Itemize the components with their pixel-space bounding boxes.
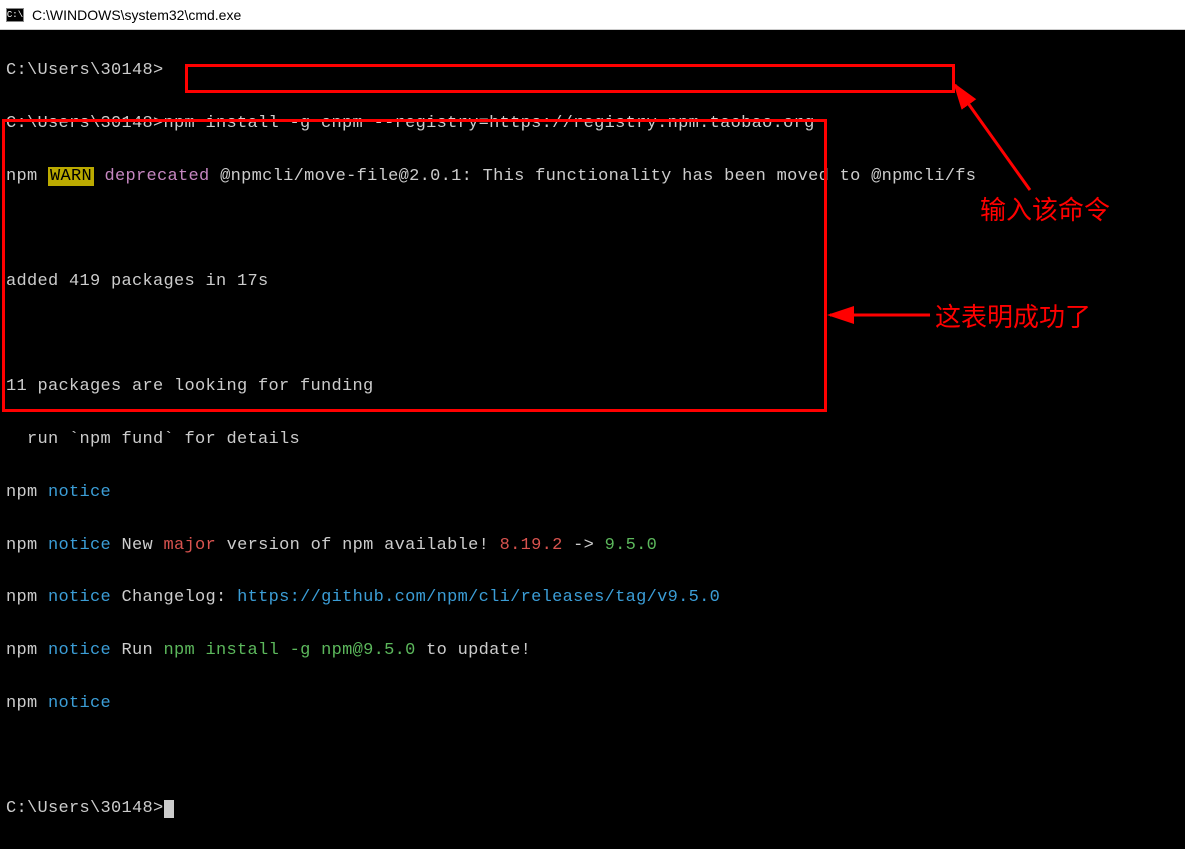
added-line: added 419 packages in 17s	[0, 269, 1185, 295]
blank-line-2	[0, 322, 1185, 348]
funding-line-2: run `npm fund` for details	[0, 427, 1185, 453]
blank-line-3	[0, 743, 1185, 769]
prompt-line-1: C:\Users\30148>	[0, 58, 1185, 84]
cmd-icon: C:\	[6, 8, 24, 22]
notice-line-1: npm notice	[0, 480, 1185, 506]
blank-line-1	[0, 216, 1185, 242]
notice-line-5: npm notice	[0, 691, 1185, 717]
notice-line-4: npm notice Run npm install -g npm@9.5.0 …	[0, 638, 1185, 664]
title-bar: C:\ C:\WINDOWS\system32\cmd.exe	[0, 0, 1185, 30]
notice-line-2: npm notice New major version of npm avai…	[0, 533, 1185, 559]
terminal-output[interactable]: C:\Users\30148> C:\Users\30148>npm insta…	[0, 30, 1185, 849]
warn-line: npm WARN deprecated @npmcli/move-file@2.…	[0, 164, 1185, 190]
funding-line-1: 11 packages are looking for funding	[0, 374, 1185, 400]
cursor	[164, 800, 174, 818]
window-title: C:\WINDOWS\system32\cmd.exe	[32, 7, 241, 23]
prompt-line-2: C:\Users\30148>npm install -g cnpm --reg…	[0, 111, 1185, 137]
prompt-line-3: C:\Users\30148>	[0, 796, 1185, 822]
notice-line-3: npm notice Changelog: https://github.com…	[0, 585, 1185, 611]
